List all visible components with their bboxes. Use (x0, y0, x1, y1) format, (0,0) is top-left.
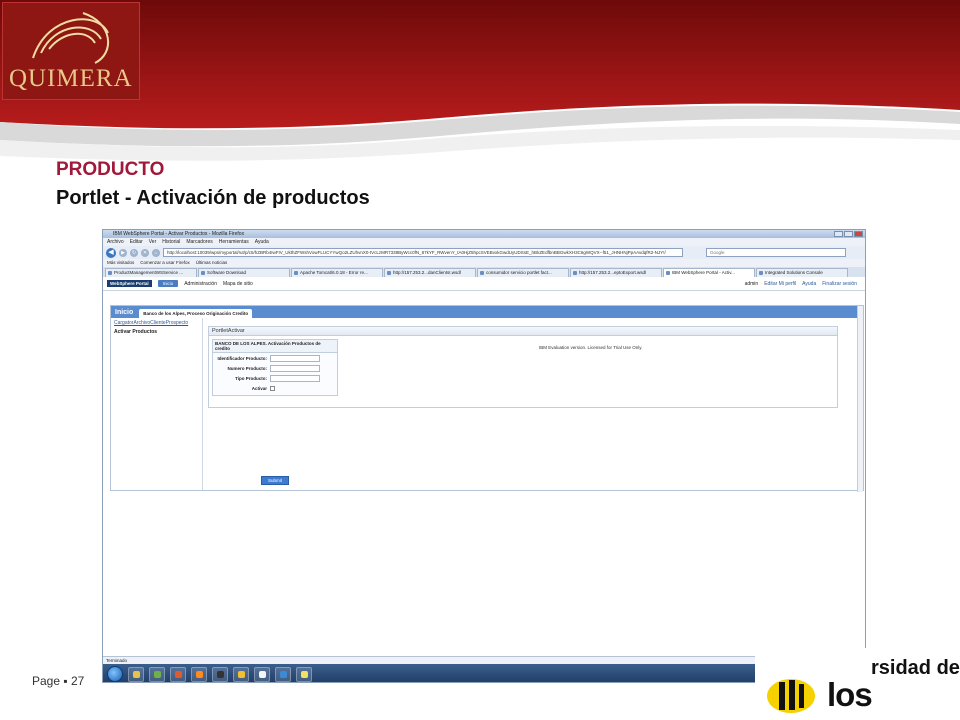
identificador-input[interactable] (270, 354, 320, 362)
submit-button[interactable]: Submit (261, 476, 290, 485)
bookmarks-bar: Más visitados Comenzar a usar Firefox Úl… (103, 259, 865, 267)
forward-button[interactable]: ▶ (119, 248, 127, 257)
portal-content: Inicio Banco de los Alpes, Proceso Origi… (110, 305, 864, 492)
form-title: BANCO DE LOS ALPES. Activación Productos… (213, 340, 337, 353)
close-button[interactable] (854, 231, 863, 237)
logout-link[interactable]: Finalizar sesión (822, 281, 857, 287)
activation-form: BANCO DE LOS ALPES. Activación Productos… (212, 339, 338, 396)
stop-button[interactable]: ✕ (141, 248, 149, 257)
menu-herramientas[interactable]: Herramientas (219, 238, 249, 246)
logo-text: QUIMERA (9, 65, 133, 92)
identificador-label: Identificador Producto: (217, 355, 268, 361)
tab-integrated-console[interactable]: Integrated Solutions Console (756, 268, 848, 277)
tab-clients-wsdl[interactable]: http://157.253.2...danClientsI.wsdl (384, 268, 476, 277)
tipo-label: Tipo Producto: (235, 375, 267, 381)
folder-icon[interactable] (128, 666, 144, 682)
university-line2: los Andes (827, 676, 924, 720)
header-banner (0, 0, 960, 161)
reload-button[interactable]: ↻ (130, 248, 138, 257)
firefox-icon[interactable] (191, 666, 207, 682)
menu-historial[interactable]: Historial (162, 238, 180, 246)
portal-banner: WebSphere Portal Inicio Administración M… (103, 277, 865, 291)
user-admin: admin (744, 280, 759, 287)
menu-archivo[interactable]: Archivo (107, 238, 124, 246)
nav-cargar-archivo-link[interactable]: CargatorArchivoClienteProspecto (111, 318, 202, 328)
url-bar[interactable]: http://localhost:10039/wps/myportal/!ut/… (163, 248, 683, 257)
portlet-title: PortletActivar (209, 327, 837, 336)
scrollbar[interactable] (857, 306, 863, 492)
tab-product-management[interactable]: ProductManagementWSService ... (105, 268, 197, 277)
page-number-value: 27 (70, 674, 85, 688)
tab-apache-tomcat[interactable]: Apache Tomcat/6.0.18 - Error re... (291, 268, 383, 277)
minimize-button[interactable] (834, 231, 843, 237)
window-icon[interactable] (254, 666, 270, 682)
player-icon[interactable] (170, 666, 186, 682)
numero-input[interactable] (270, 364, 320, 372)
maximize-button[interactable] (844, 231, 853, 237)
inicio-button[interactable]: Inicio (157, 280, 179, 287)
left-navigation: CargatorArchivoClienteProspecto Activar … (111, 318, 203, 490)
page-label: Page (32, 674, 61, 688)
nav-mapa-sitio[interactable]: Mapa de sitio (223, 281, 253, 287)
app-icon[interactable] (233, 666, 249, 682)
home-button[interactable]: ⌂ (152, 248, 160, 257)
browser-window: IBM WebSphere Portal - Activar Productos… (102, 229, 866, 683)
terminal-icon[interactable] (212, 666, 228, 682)
user-links: admin Editar Mi perfil Ayuda Finalizar s… (745, 281, 857, 287)
portlet-activar: PortletActivar BANCO DE LOS ALPES. Activ… (208, 326, 838, 408)
activar-checkbox[interactable] (270, 385, 275, 391)
search-input[interactable]: Google (706, 248, 846, 257)
menu-bar: Archivo Editar Ver Historial Marcadores … (103, 238, 865, 246)
tab-software-download[interactable]: Software Download (198, 268, 290, 277)
page-number: Page ▪ 27 (32, 674, 84, 688)
page-header: Inicio Banco de los Alpes, Proceso Origi… (111, 306, 863, 318)
uniandes-emblem-icon (767, 679, 815, 713)
edit-profile-link[interactable]: Editar Mi perfil (764, 281, 796, 287)
uniandes-logo: rsidad de los Andes (755, 648, 960, 720)
slide: QUIMERA PRODUCTO Portlet - Activación de… (0, 0, 960, 720)
navigation-toolbar: ◀ ▶ ↻ ✕ ⌂ http://localhost:10039/wps/myp… (103, 246, 865, 259)
evaluation-notice: IBM Evaluation version. Licensed for Tri… (539, 345, 643, 350)
start-button[interactable] (107, 666, 123, 682)
bookmark-comenzar[interactable]: Comenzar a usar Firefox (140, 259, 190, 267)
slide-subtitle: Portlet - Activación de productos (56, 187, 370, 209)
bullet-icon: ▪ (63, 674, 68, 688)
menu-ayuda[interactable]: Ayuda (255, 238, 269, 246)
slide-title: PRODUCTO (56, 159, 165, 180)
websphere-logo: WebSphere Portal (107, 280, 152, 287)
window-title: IBM WebSphere Portal - Activar Productos… (113, 231, 245, 237)
tipo-input[interactable] (270, 374, 320, 382)
tab-export-wsdl[interactable]: http://157.253.2...eptoExport.wsdl (570, 268, 662, 277)
nav-administracion[interactable]: Administración (184, 281, 217, 287)
bookmark-mas-visitados[interactable]: Más visitados (107, 259, 134, 267)
ie-icon[interactable] (275, 666, 291, 682)
menu-marcadores[interactable]: Marcadores (186, 238, 212, 246)
windows-taskbar: ES ♪ ▣ 11:06 p.m. 02/10/2010 (103, 664, 865, 682)
menu-editar[interactable]: Editar (130, 238, 143, 246)
bookmark-noticias[interactable]: Últimas noticias (196, 259, 228, 267)
activar-label: Activar (251, 385, 267, 391)
notes-icon[interactable] (296, 666, 312, 682)
tab-consumidor-servicio[interactable]: consumidor servicio portlet fact... (477, 268, 569, 277)
tab-websphere-portal[interactable]: IBM WebSphere Portal - Activ... (663, 268, 755, 277)
media-icon[interactable] (149, 666, 165, 682)
window-title-bar: IBM WebSphere Portal - Activar Productos… (103, 230, 865, 238)
nav-activar-productos[interactable]: Activar Productos (111, 328, 202, 336)
menu-ver[interactable]: Ver (149, 238, 157, 246)
help-link[interactable]: Ayuda (802, 281, 816, 287)
back-button[interactable]: ◀ (106, 247, 116, 258)
page-tab[interactable]: Banco de los Alpes, Proceso Originación … (139, 309, 253, 318)
page-label: Inicio (115, 309, 134, 316)
numero-label: Numero Producto: (227, 365, 267, 371)
status-bar: Terminado (103, 656, 865, 664)
quimera-logo: QUIMERA (2, 2, 140, 100)
tab-bar: ProductManagementWSService ... Software … (103, 267, 865, 277)
